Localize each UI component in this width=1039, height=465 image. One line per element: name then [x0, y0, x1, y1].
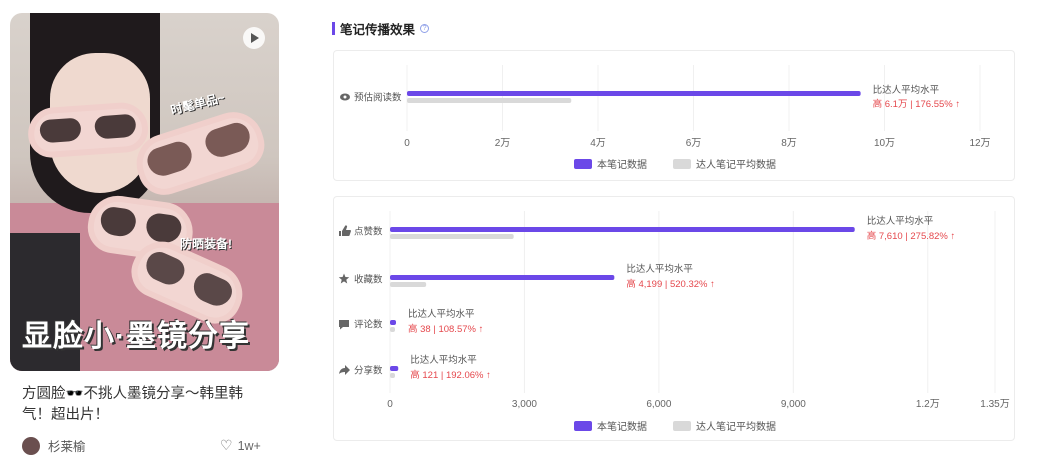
x-tick-label: 8万 — [781, 138, 797, 149]
like-count-value: 1w+ — [237, 438, 261, 453]
bar-avg — [390, 234, 514, 239]
post-cover-image[interactable]: 时髦单品~ 防晒装备! 显脸小·墨镜分享 — [10, 13, 279, 371]
legend-label-0: 本笔记数据 — [597, 420, 647, 433]
annotation-delta: 高 4,199 | 520.32% ↑ — [626, 278, 715, 290]
category-label: 点赞数 — [354, 226, 383, 238]
eye-icon-pupil — [343, 95, 347, 99]
share-icon — [339, 365, 350, 375]
annotation-delta: 高 121 | 192.06% ↑ — [410, 369, 491, 381]
x-tick-label: 12万 — [969, 138, 990, 149]
x-tick-label: 1.2万 — [916, 399, 940, 410]
sunglasses-1 — [26, 100, 150, 160]
star-icon — [338, 273, 350, 284]
x-tick-label: 6万 — [686, 138, 702, 149]
bar-avg — [390, 327, 395, 332]
x-tick-label: 2万 — [495, 138, 511, 149]
section-title: 笔记传播效果 — [340, 23, 416, 37]
post-title[interactable]: 方圆脸🕶️不挑人墨镜分享～韩里韩气！超出片！ — [22, 384, 272, 426]
like-count[interactable]: ♡ 1w+ — [220, 437, 261, 454]
section-header: 笔记传播效果 ? — [332, 19, 430, 38]
reads-chart-panel: 0 2万 4万 6万 8万 10万 12万 预估阅读数 比达人平均水平高 6.1万 | 176.… — [333, 50, 1015, 181]
author-name[interactable]: 杉莱榆 — [48, 436, 86, 455]
annotation-delta: 高 38 | 108.57% ↑ — [408, 323, 483, 335]
x-tick-label: 9,000 — [781, 399, 806, 410]
bar-this-note — [390, 366, 399, 371]
x-tick-label: 1.35万 — [980, 399, 1009, 410]
annotation-label: 比达人平均水平 — [408, 308, 475, 320]
legend-label-0: 本笔记数据 — [597, 158, 647, 171]
author[interactable]: 杉莱榆 — [22, 436, 86, 455]
legend-label-1: 达人笔记平均数据 — [696, 420, 776, 433]
x-tick-label: 3,000 — [512, 399, 537, 410]
bar-this-note — [390, 275, 615, 280]
heart-icon[interactable]: ♡ — [220, 437, 233, 454]
bar-this-note — [390, 227, 855, 232]
legend-swatch-0 — [574, 159, 592, 169]
x-tick-label: 10万 — [874, 138, 895, 149]
bar-avg — [390, 373, 395, 378]
annotation-label: 比达人平均水平 — [873, 84, 940, 96]
legend-swatch-1 — [673, 421, 691, 431]
annotation-label: 比达人平均水平 — [867, 215, 934, 227]
x-tick-label: 4万 — [590, 138, 606, 149]
bar-this-note — [390, 320, 396, 325]
category-label: 收藏数 — [354, 274, 383, 286]
thumb-up-icon — [339, 225, 351, 237]
legend-label-1: 达人笔记平均数据 — [696, 158, 776, 171]
annotation-label: 比达人平均水平 — [410, 354, 477, 366]
bar-avg — [390, 282, 427, 287]
engagement-chart: 0 3,000 6,000 9,000 1.2万 1.35万点赞数比达人平均水平高 7,6… — [338, 211, 1010, 433]
legend-swatch-1 — [673, 159, 691, 169]
x-tick-label: 6,000 — [646, 399, 671, 410]
help-icon[interactable]: ? — [420, 24, 430, 33]
bar-avg — [407, 98, 572, 103]
x-tick-label: 0 — [387, 399, 393, 410]
cover-sticker-1: 时髦单品~ — [169, 90, 227, 118]
category-label: 预估阅读数 — [354, 92, 402, 104]
comment-icon — [339, 320, 349, 330]
legend-swatch-0 — [574, 421, 592, 431]
annotation-delta: 高 6.1万 | 176.55% ↑ — [873, 98, 961, 110]
category-label: 分享数 — [354, 365, 383, 377]
section-accent-bar — [332, 22, 335, 35]
category-label: 评论数 — [354, 319, 383, 331]
reads-chart: 0 2万 4万 6万 8万 10万 12万 预估阅读数 比达人平均水平高 6.1万 | 176.… — [340, 65, 991, 171]
play-icon[interactable] — [243, 27, 265, 49]
engagement-chart-panel: 0 3,000 6,000 9,000 1.2万 1.35万 点赞数 比达人平均水平高 7,6… — [333, 196, 1015, 441]
bar-this-note — [407, 91, 861, 96]
x-tick-label: 0 — [404, 138, 410, 149]
cover-title: 显脸小·墨镜分享 — [22, 320, 250, 353]
annotation-label: 比达人平均水平 — [626, 263, 693, 275]
annotation-delta: 高 7,610 | 275.82% ↑ — [867, 230, 956, 242]
avatar[interactable] — [22, 436, 40, 455]
cover-sticker-2: 防晒装备! — [180, 237, 232, 251]
